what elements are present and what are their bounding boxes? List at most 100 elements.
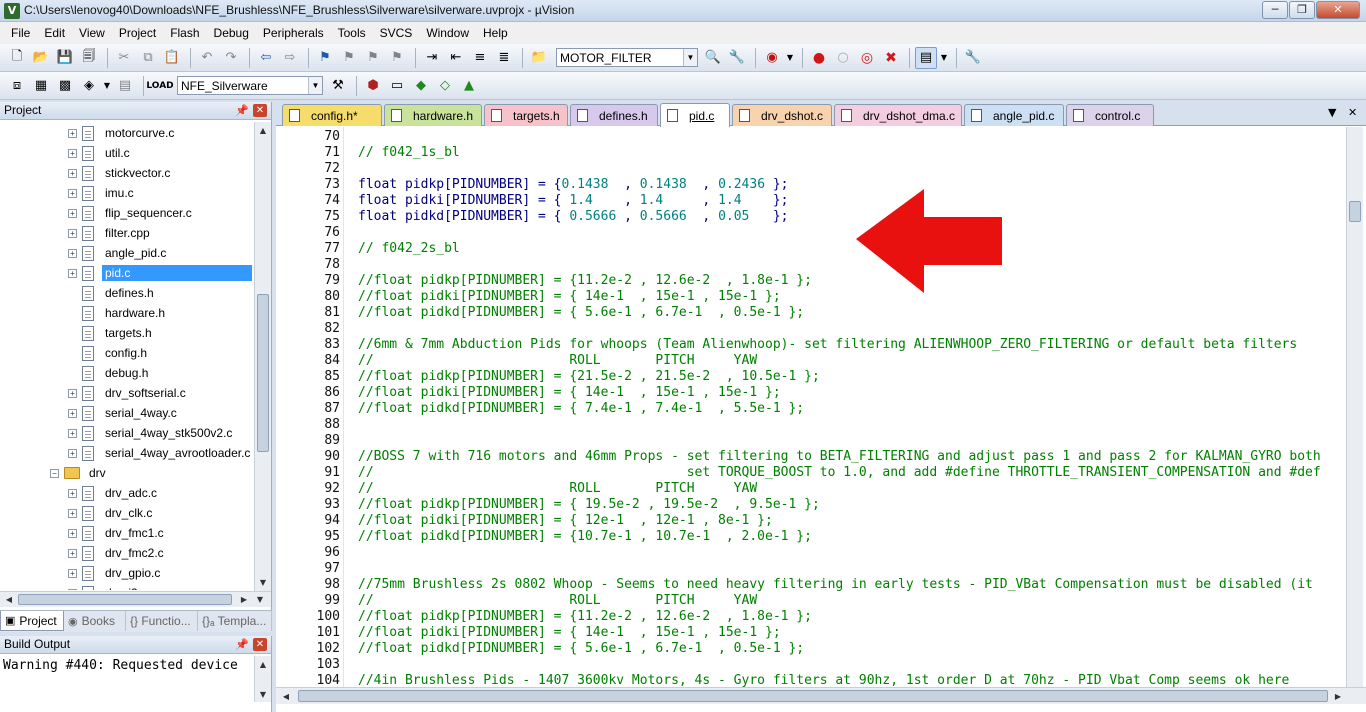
code-line[interactable]: //4in Brushless Pids - 1407 3600kv Motor… <box>358 673 1289 687</box>
expand-icon[interactable]: + <box>68 408 77 418</box>
expand-icon[interactable]: + <box>68 488 77 498</box>
insert-breakpoint-icon[interactable]: ● <box>808 47 830 69</box>
chevron-down-icon[interactable]: ▼ <box>939 47 949 69</box>
tree-file[interactable]: config.h <box>68 344 150 362</box>
tree-file[interactable]: + flip_sequencer.c <box>68 204 195 222</box>
tree-file[interactable]: targets.h <box>68 324 155 342</box>
select-packs-icon[interactable]: ▭ <box>386 75 408 97</box>
translate-icon[interactable]: ⧈ <box>6 75 28 97</box>
target-options-icon[interactable]: ⚒ <box>327 75 349 97</box>
tree-file[interactable]: + util.c <box>68 144 133 162</box>
tree-vertical-scrollbar[interactable]: ▲ ▼ <box>254 122 271 592</box>
close-icon[interactable]: ✕ <box>253 638 267 651</box>
code-line[interactable]: //float pidki[PIDNUMBER] = { 14e-1 , 15e… <box>358 289 781 305</box>
code-horizontal-scrollbar[interactable]: ◀ ▶ <box>276 687 1366 704</box>
pin-icon[interactable]: 📌 <box>235 637 249 654</box>
chevron-down-icon[interactable]: ▼ <box>785 47 795 69</box>
code-vertical-scrollbar[interactable] <box>1346 127 1363 687</box>
expand-icon[interactable]: + <box>68 588 77 590</box>
code-line[interactable]: // f042_1s_bl <box>358 145 460 161</box>
menu-help[interactable]: Help <box>476 23 515 43</box>
scroll-up-icon[interactable]: ▲ <box>257 658 269 671</box>
tree-file[interactable]: + imu.c <box>68 184 137 202</box>
scroll-thumb[interactable] <box>1349 201 1361 222</box>
code-line[interactable]: float pidkd[PIDNUMBER] = { 0.5666 , 0.56… <box>358 209 789 225</box>
expand-icon[interactable]: + <box>68 268 77 278</box>
tree-file[interactable]: + drv_gpio.c <box>68 564 163 582</box>
window-layout-icon[interactable]: ▤ <box>915 46 937 69</box>
collapse-icon[interactable]: − <box>50 468 59 478</box>
build-icon[interactable]: ▦ <box>30 75 52 97</box>
tree-file[interactable]: + filter.cpp <box>68 224 153 242</box>
tree-horizontal-scrollbar[interactable]: ◀ ▶ ▼ <box>0 591 271 607</box>
code-line[interactable]: // ROLL PITCH YAW <box>358 481 757 497</box>
tree-file[interactable]: + drv_adc.c <box>68 484 160 502</box>
bookmark-icon[interactable]: ⚑ <box>314 47 336 69</box>
expand-icon[interactable]: + <box>68 228 77 238</box>
tab-templates[interactable]: {}ₐ Templa... <box>198 611 272 631</box>
scroll-left-icon[interactable]: ◀ <box>3 593 15 606</box>
disable-breakpoints-icon[interactable]: ◎ <box>856 47 878 69</box>
manage-rte-icon[interactable]: ◆ <box>410 75 432 97</box>
expand-icon[interactable]: + <box>68 148 77 158</box>
settings-wrench-icon[interactable]: 🔧 <box>962 47 984 69</box>
code-line[interactable]: //float pidki[PIDNUMBER] = { 12e-1 , 12e… <box>358 513 773 529</box>
code-line[interactable]: //75mm Brushless 2s 0802 Whoop - Seems t… <box>358 577 1313 593</box>
tab-drv-dshot-c[interactable]: drv_dshot.c <box>732 104 832 126</box>
save-icon[interactable]: 💾 <box>54 47 76 69</box>
chevron-down-icon[interactable]: ▼ <box>683 49 697 66</box>
save-all-icon[interactable]: 🗐 <box>78 47 100 69</box>
tab-functions[interactable]: {} Functio... <box>126 611 198 631</box>
tab-control-c[interactable]: control.c <box>1066 104 1154 126</box>
unindent-icon[interactable]: ⇤ <box>445 47 467 69</box>
code-line[interactable]: //float pidkp[PIDNUMBER] = {11.2e-2 , 12… <box>358 273 812 289</box>
undo-icon[interactable]: ↶ <box>196 47 218 69</box>
tree-folder[interactable]: − drv <box>50 464 109 482</box>
rebuild-icon[interactable]: ▩ <box>54 75 76 97</box>
code-line[interactable]: //float pidki[PIDNUMBER] = { 14e-1 , 15e… <box>358 625 781 641</box>
code-line[interactable]: //6mm & 7mm Abduction Pids for whoops (T… <box>358 337 1297 353</box>
tree-file[interactable]: + stickvector.c <box>68 164 173 182</box>
scroll-right-icon[interactable]: ▶ <box>238 593 250 606</box>
code-line[interactable]: float pidki[PIDNUMBER] = { 1.4 , 1.4 , 1… <box>358 193 789 209</box>
new-file-icon[interactable]: 🗋 <box>6 47 28 69</box>
code-line[interactable]: //float pidkd[PIDNUMBER] = {10.7e-1 , 10… <box>358 529 812 545</box>
tree-file[interactable]: + drv_fmc1.c <box>68 524 167 542</box>
tree-file[interactable]: + serial_4way_stk500v2.c <box>68 424 235 442</box>
code-line[interactable]: //float pidkd[PIDNUMBER] = { 5.6e-1 , 6.… <box>358 641 804 657</box>
tab-drv-dshot-dma-c[interactable]: drv_dshot_dma.c <box>834 104 962 126</box>
tree-file[interactable]: + drv_clk.c <box>68 504 155 522</box>
prev-bookmark-icon[interactable]: ⚑ <box>338 47 360 69</box>
menu-flash[interactable]: Flash <box>163 23 206 43</box>
chevron-down-icon[interactable]: ▼ <box>102 75 112 97</box>
tab-hardware-h[interactable]: hardware.h <box>384 104 482 126</box>
tab-project[interactable]: ▣ Project <box>0 611 64 631</box>
scroll-thumb[interactable] <box>298 690 1328 702</box>
comment-icon[interactable]: ≡ <box>469 47 491 69</box>
expand-icon[interactable]: + <box>68 208 77 218</box>
tree-file[interactable]: + serial_4way_avrootloader.c <box>68 444 253 462</box>
expand-icon[interactable]: + <box>68 548 77 558</box>
code-line[interactable]: //float pidkp[PIDNUMBER] = {11.2e-2 , 12… <box>358 609 812 625</box>
expand-icon[interactable]: + <box>68 508 77 518</box>
configure-icon[interactable]: 🔧 <box>726 47 748 69</box>
kill-breakpoints-icon[interactable]: ✖ <box>880 47 902 69</box>
enable-breakpoint-icon[interactable]: ○ <box>832 47 854 69</box>
scroll-thumb[interactable] <box>257 294 269 452</box>
expand-icon[interactable]: + <box>68 388 77 398</box>
clear-bookmarks-icon[interactable]: ⚑ <box>386 47 408 69</box>
expand-icon[interactable]: + <box>68 448 77 458</box>
expand-icon[interactable]: + <box>68 248 77 258</box>
stop-build-icon[interactable]: ▤ <box>114 75 136 97</box>
expand-icon[interactable]: + <box>68 428 77 438</box>
pack-installer-icon[interactable]: ◇ <box>434 75 456 97</box>
uncomment-icon[interactable]: ≣ <box>493 47 515 69</box>
paste-icon[interactable]: 📋 <box>161 47 183 69</box>
chevron-down-icon[interactable]: ▼ <box>308 77 322 94</box>
menu-file[interactable]: File <box>4 23 37 43</box>
tab-list-dropdown-icon[interactable]: ▼ <box>1328 106 1336 119</box>
tree-file[interactable]: + serial_4way.c <box>68 404 180 422</box>
indent-icon[interactable]: ⇥ <box>421 47 443 69</box>
code-line[interactable]: //BOSS 7 with 716 motors and 46mm Props … <box>358 449 1321 465</box>
close-icon[interactable]: ✕ <box>253 104 267 117</box>
